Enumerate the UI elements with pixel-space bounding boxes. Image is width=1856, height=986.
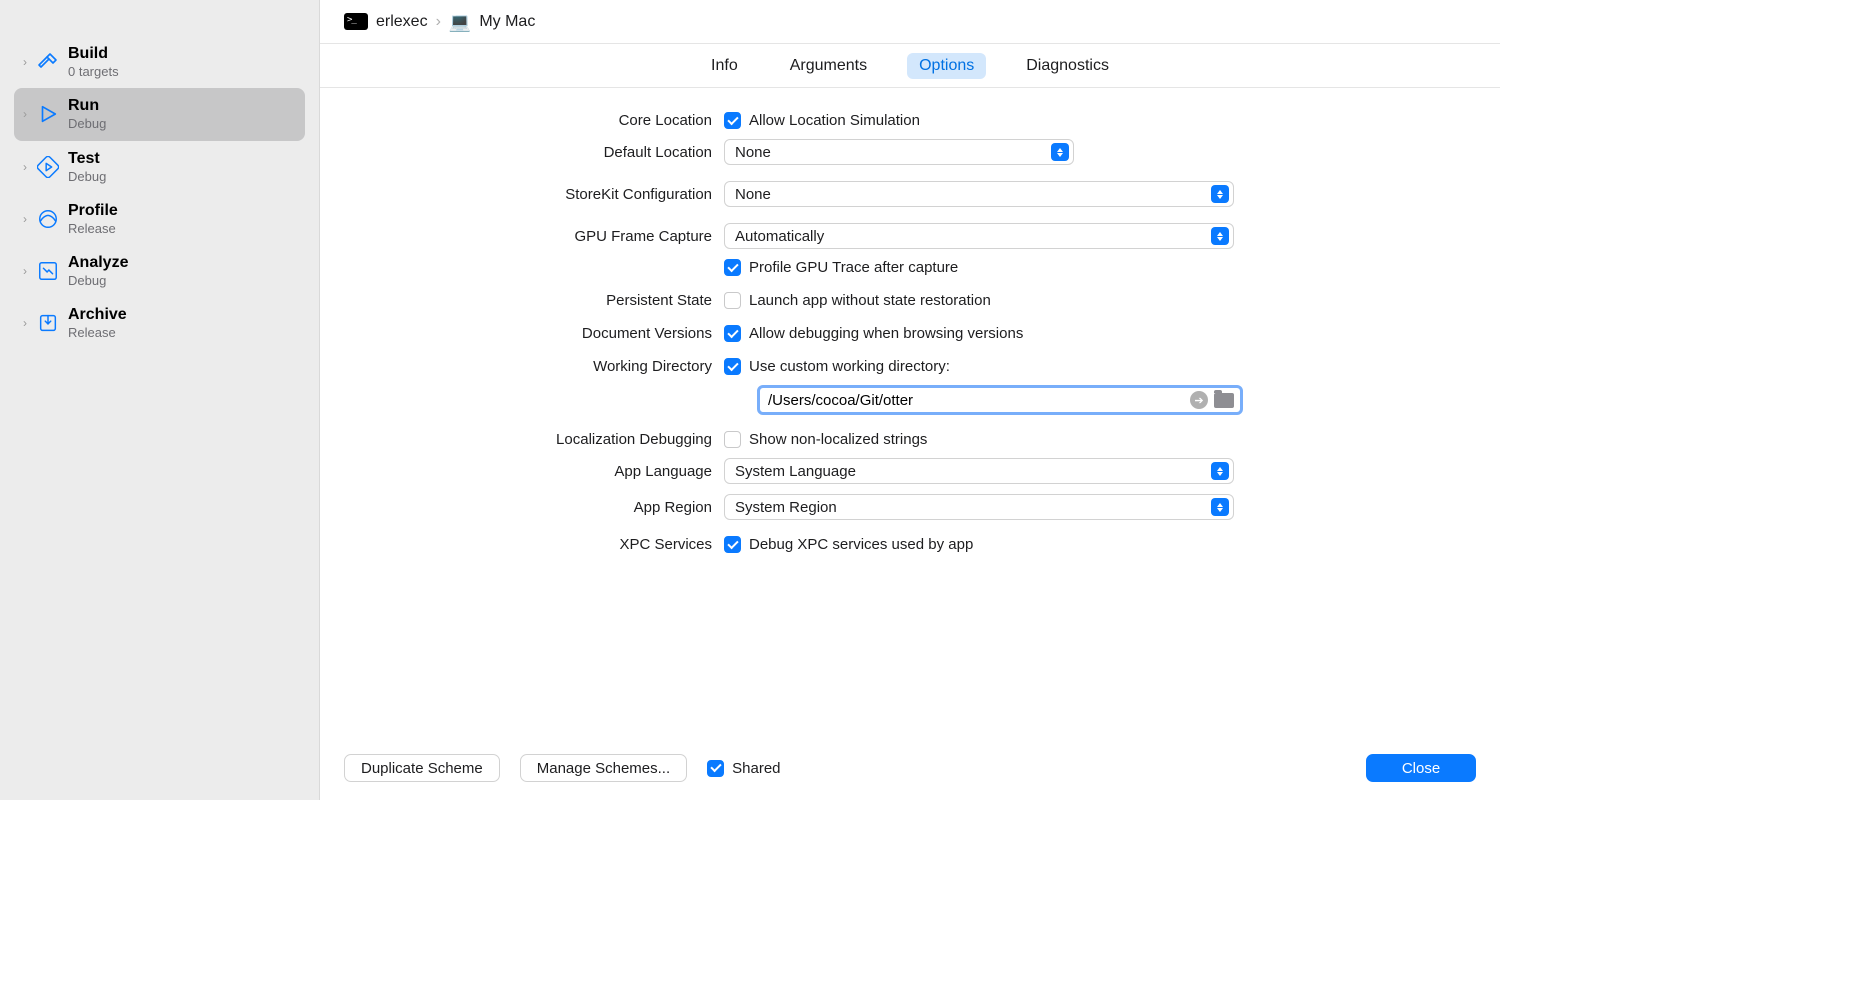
launch-without-state-label: Launch app without state restoration xyxy=(749,292,991,309)
sidebar-item-build[interactable]: › Build 0 targets xyxy=(0,36,319,88)
allow-version-debug-label: Allow debugging when browsing versions xyxy=(749,325,1023,342)
main-panel: erlexec › 💻 My Mac Info Arguments Option… xyxy=(320,0,1500,800)
app-language-label: App Language xyxy=(344,463,724,480)
chevron-right-icon: › xyxy=(18,160,32,174)
select-stepper-icon xyxy=(1051,143,1069,161)
sidebar-item-subtitle: Debug xyxy=(68,273,128,289)
options-form: Core Location Allow Location Simulation … xyxy=(320,88,1500,744)
storekit-select[interactable]: None xyxy=(724,181,1234,207)
sidebar-item-title: Archive xyxy=(68,305,127,325)
play-icon xyxy=(34,100,62,128)
breadcrumb-scheme-label: erlexec xyxy=(376,13,428,31)
sidebar-item-profile[interactable]: › Profile Release xyxy=(0,193,319,245)
tab-info[interactable]: Info xyxy=(699,53,750,79)
show-nonlocalized-checkbox[interactable] xyxy=(724,431,741,448)
allow-location-simulation-checkbox[interactable] xyxy=(724,112,741,129)
sidebar-item-subtitle: 0 targets xyxy=(68,64,119,80)
chevron-right-icon: › xyxy=(18,264,32,278)
sidebar-item-title: Run xyxy=(68,96,106,116)
localization-debugging-label: Localization Debugging xyxy=(344,431,724,448)
use-custom-workdir-checkbox[interactable] xyxy=(724,358,741,375)
tab-bar: Info Arguments Options Diagnostics xyxy=(320,44,1500,88)
launch-without-state-checkbox[interactable] xyxy=(724,292,741,309)
allow-version-debug-checkbox[interactable] xyxy=(724,325,741,342)
working-directory-input[interactable] xyxy=(768,392,1184,409)
use-custom-workdir-label: Use custom working directory: xyxy=(749,358,950,375)
chevron-right-icon: › xyxy=(18,212,32,226)
sidebar-item-subtitle: Release xyxy=(68,221,118,237)
app-language-value: System Language xyxy=(735,463,1211,480)
core-location-label: Core Location xyxy=(344,112,724,129)
debug-xpc-label: Debug XPC services used by app xyxy=(749,536,973,553)
goto-path-icon[interactable]: ➔ xyxy=(1190,391,1208,409)
sidebar-item-subtitle: Debug xyxy=(68,116,106,132)
sidebar-item-test[interactable]: › Test Debug xyxy=(0,141,319,193)
close-button[interactable]: Close xyxy=(1366,754,1476,782)
archive-icon xyxy=(34,309,62,337)
default-location-select[interactable]: None xyxy=(724,139,1074,165)
footer: Duplicate Scheme Manage Schemes... Share… xyxy=(320,744,1500,800)
persistent-state-label: Persistent State xyxy=(344,292,724,309)
terminal-icon xyxy=(344,13,368,30)
default-location-value: None xyxy=(735,144,1051,161)
chevron-right-icon: › xyxy=(18,55,32,69)
choose-folder-icon[interactable] xyxy=(1214,393,1234,408)
tab-options[interactable]: Options xyxy=(907,53,986,79)
breadcrumb-target-label: My Mac xyxy=(479,13,535,31)
sidebar-item-subtitle: Debug xyxy=(68,169,106,185)
sidebar-item-title: Build xyxy=(68,44,119,64)
analyze-icon xyxy=(34,257,62,285)
breadcrumb-scheme[interactable]: erlexec xyxy=(344,13,428,31)
select-stepper-icon xyxy=(1211,227,1229,245)
gauge-icon xyxy=(34,205,62,233)
sidebar: › Build 0 targets › Run Debug › Test Deb… xyxy=(0,0,320,800)
app-region-select[interactable]: System Region xyxy=(724,494,1234,520)
app-region-label: App Region xyxy=(344,499,724,516)
manage-schemes-button[interactable]: Manage Schemes... xyxy=(520,754,687,782)
duplicate-scheme-button[interactable]: Duplicate Scheme xyxy=(344,754,500,782)
gpu-capture-label: GPU Frame Capture xyxy=(344,228,724,245)
sidebar-item-subtitle: Release xyxy=(68,325,127,341)
xpc-services-label: XPC Services xyxy=(344,536,724,553)
show-nonlocalized-label: Show non-localized strings xyxy=(749,431,927,448)
gpu-capture-select[interactable]: Automatically xyxy=(724,223,1234,249)
shared-label: Shared xyxy=(732,760,780,777)
debug-xpc-checkbox[interactable] xyxy=(724,536,741,553)
hammer-icon xyxy=(34,48,62,76)
chevron-right-icon: › xyxy=(18,107,32,121)
storekit-label: StoreKit Configuration xyxy=(344,186,724,203)
breadcrumb: erlexec › 💻 My Mac xyxy=(320,0,1500,44)
working-directory-label: Working Directory xyxy=(344,358,724,375)
sidebar-item-title: Test xyxy=(68,149,106,169)
sidebar-item-archive[interactable]: › Archive Release xyxy=(0,297,319,349)
sidebar-item-analyze[interactable]: › Analyze Debug xyxy=(0,245,319,297)
gpu-capture-value: Automatically xyxy=(735,228,1211,245)
default-location-label: Default Location xyxy=(344,144,724,161)
chevron-right-icon: › xyxy=(436,13,441,31)
working-directory-field-wrap: ➔ xyxy=(757,385,1243,415)
tab-arguments[interactable]: Arguments xyxy=(778,53,879,79)
app-region-value: System Region xyxy=(735,499,1211,516)
laptop-icon: 💻 xyxy=(449,13,471,31)
select-stepper-icon xyxy=(1211,498,1229,516)
breadcrumb-target[interactable]: 💻 My Mac xyxy=(449,13,535,31)
test-icon xyxy=(34,153,62,181)
sidebar-item-run[interactable]: › Run Debug xyxy=(14,88,305,140)
allow-location-simulation-label: Allow Location Simulation xyxy=(749,112,920,129)
shared-checkbox[interactable] xyxy=(707,760,724,777)
tab-diagnostics[interactable]: Diagnostics xyxy=(1014,53,1121,79)
chevron-right-icon: › xyxy=(18,316,32,330)
sidebar-item-title: Analyze xyxy=(68,253,128,273)
select-stepper-icon xyxy=(1211,185,1229,203)
profile-gpu-trace-label: Profile GPU Trace after capture xyxy=(749,259,958,276)
select-stepper-icon xyxy=(1211,462,1229,480)
profile-gpu-trace-checkbox[interactable] xyxy=(724,259,741,276)
storekit-value: None xyxy=(735,186,1211,203)
sidebar-item-title: Profile xyxy=(68,201,118,221)
app-language-select[interactable]: System Language xyxy=(724,458,1234,484)
document-versions-label: Document Versions xyxy=(344,325,724,342)
